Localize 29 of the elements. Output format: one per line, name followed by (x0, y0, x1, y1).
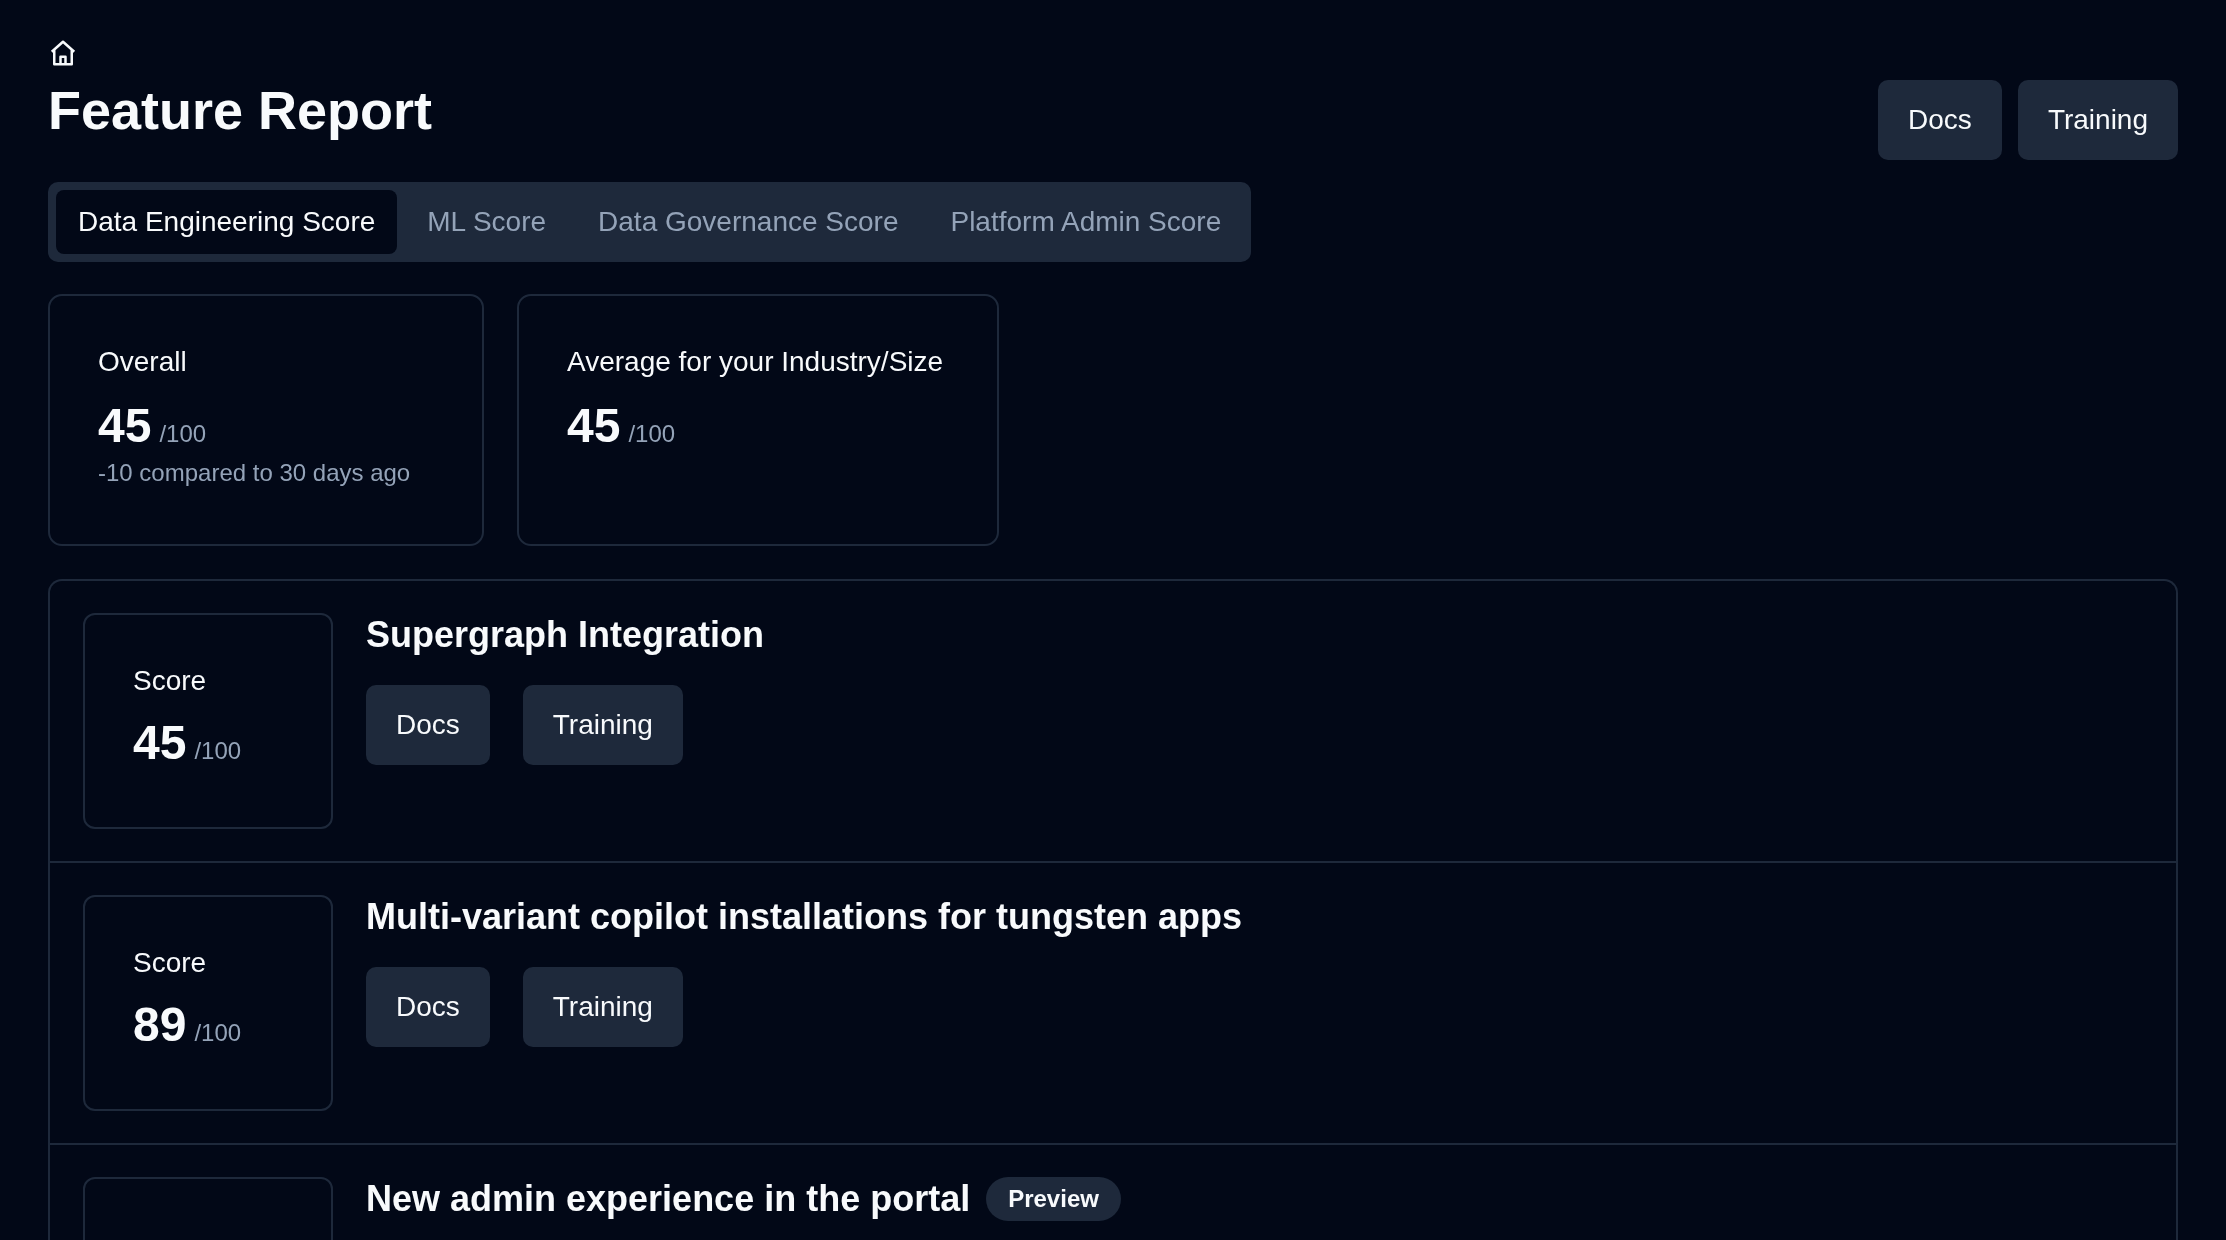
score-tab[interactable]: Data Governance Score (576, 190, 921, 254)
card-label: Overall (98, 346, 188, 378)
feature-title: Supergraph Integration (366, 613, 765, 657)
score-value: 45 (133, 715, 187, 770)
card-label: Average for your Industry/Size (567, 346, 945, 378)
score-tab[interactable]: ML Score (405, 190, 569, 254)
score-label: Score (133, 665, 208, 697)
score-max: /100 (159, 420, 207, 448)
score-tab[interactable]: Data Engineering Score (56, 190, 398, 254)
preview-badge: Preview (986, 1177, 1121, 1221)
score-change-note: -10 compared to 30 days ago (98, 459, 412, 487)
score-value: 45 (98, 398, 152, 453)
feature-button[interactable]: Docs (366, 685, 490, 765)
page-title: Feature Report (48, 79, 433, 142)
score-max: /100 (194, 1019, 242, 1047)
score-value: 45 (567, 398, 621, 453)
score-label: Score (133, 947, 208, 979)
header-button[interactable]: Docs (1878, 80, 2002, 160)
feature-title: New admin experience in the portal (366, 1177, 971, 1221)
score-tab[interactable]: Platform Admin Score (928, 190, 1244, 254)
feature-button[interactable]: Training (522, 967, 683, 1047)
score-value: 89 (133, 997, 187, 1052)
feature-button[interactable]: Docs (366, 967, 490, 1047)
home-icon[interactable] (48, 38, 78, 68)
score-max: /100 (628, 420, 676, 448)
feature-button[interactable]: Training (522, 685, 683, 765)
score-max: /100 (194, 737, 242, 765)
feature-title: Multi-variant copilot installations for tungsten apps (366, 895, 1243, 939)
header-button[interactable]: Training (2017, 80, 2178, 160)
